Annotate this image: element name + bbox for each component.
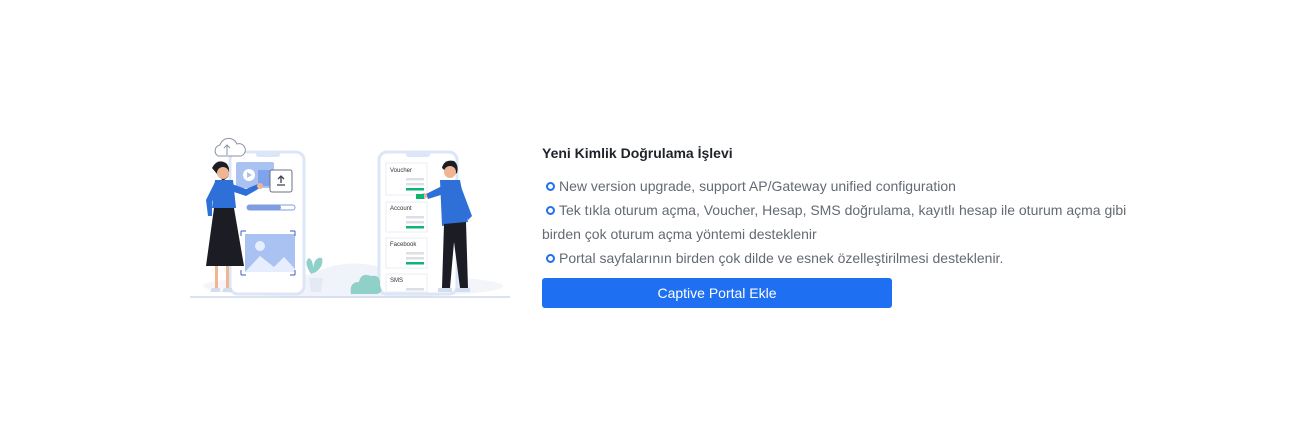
feature-item-text: birden çok oturum açma yöntemi desteklen…: [542, 226, 817, 242]
feature-item-continuation: birden çok oturum açma yöntemi desteklen…: [542, 222, 1162, 246]
feature-item-text: Tek tıkla oturum açma, Voucher, Hesap, S…: [559, 202, 1127, 218]
add-captive-portal-button[interactable]: Captive Portal Ekle: [542, 278, 892, 308]
feature-item-text: Portal sayfalarının birden çok dilde ve …: [559, 250, 1004, 266]
phone-card-account: Account: [385, 201, 428, 233]
phone-card-label: Facebook: [390, 242, 417, 248]
phone-card-voucher: Voucher: [385, 162, 428, 196]
feature-title: Yeni Kimlik Doğrulama İşlevi: [542, 145, 733, 161]
phone-card-label: SMS: [390, 278, 403, 284]
feature-item: New version upgrade, support AP/Gateway …: [542, 174, 1162, 198]
feature-item: Tek tıkla oturum açma, Voucher, Hesap, S…: [542, 198, 1162, 222]
auth-illustration: Voucher Account Facebook SMS: [188, 136, 514, 300]
phone-card-label: Voucher: [390, 168, 412, 174]
bullet-circle-icon: [546, 205, 555, 215]
feature-item-text: New version upgrade, support AP/Gateway …: [559, 178, 956, 194]
phone-card-label: Account: [390, 206, 412, 212]
feature-item: Portal sayfalarının birden çok dilde ve …: [542, 246, 1162, 270]
bullet-circle-icon: [546, 253, 555, 263]
auth-illustration-graphic: Voucher Account Facebook SMS: [190, 137, 510, 298]
phone-card-sms: SMS: [385, 273, 428, 293]
phone-card-facebook: Facebook: [385, 237, 428, 269]
feature-panel: Yeni Kimlik Doğrulama İşlevi New version…: [542, 143, 1162, 308]
bullet-circle-icon: [546, 181, 555, 191]
